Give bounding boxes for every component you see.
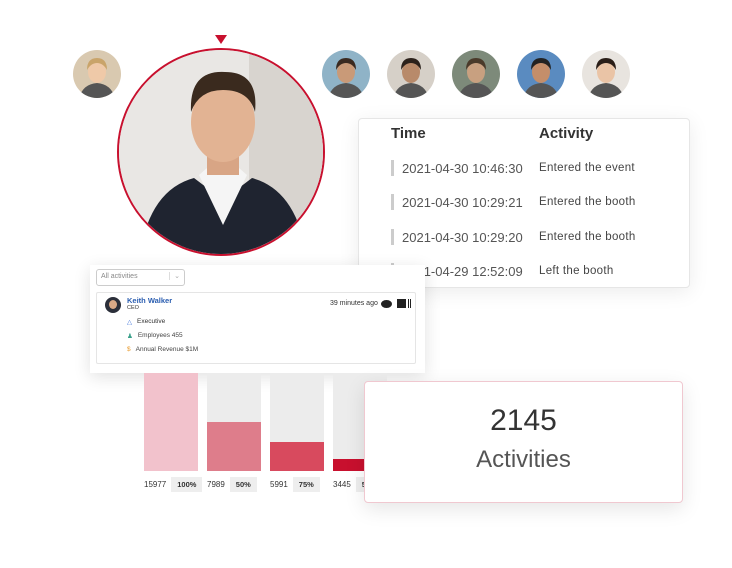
contact-card-icon[interactable] xyxy=(397,299,411,308)
attendee-avatar[interactable] xyxy=(322,50,370,98)
activity-log-card: Time Activity 2021-04-30 10:46:30 Entered… xyxy=(358,118,690,288)
funnel-label: 7989 50% xyxy=(207,477,257,492)
org-chart-icon: △ xyxy=(127,319,132,326)
contact-name[interactable]: Keith Walker xyxy=(127,296,172,305)
funnel-value: 15977 xyxy=(144,480,167,489)
contact-title: CEO xyxy=(127,305,139,311)
activities-stat-card: 2145 Activities xyxy=(364,381,683,503)
activity-row: 2021-04-30 10:46:30 Entered the event xyxy=(391,158,635,178)
funnel-bar xyxy=(270,373,324,471)
activity-row: 2021-04-30 10:29:21 Entered the booth xyxy=(391,192,636,212)
row-marker xyxy=(391,194,394,210)
attendee-avatar[interactable] xyxy=(582,50,630,98)
row-marker xyxy=(391,160,394,176)
activity-filter-select[interactable]: All activities ⌄ xyxy=(96,269,185,286)
people-icon: ♟ xyxy=(127,333,133,340)
contact-activity-card: All activities ⌄ Keith Walker CEO 39 min… xyxy=(90,265,425,373)
role-row: △ Executive xyxy=(127,318,165,326)
time-column-header: Time xyxy=(391,125,426,142)
person-photo-icon xyxy=(387,50,435,98)
funnel-value: 5991 xyxy=(270,480,288,489)
person-photo-icon xyxy=(322,50,370,98)
row-marker xyxy=(391,229,394,245)
funnel-label: 5991 75% xyxy=(270,477,320,492)
activity-time: 2021-04-30 10:29:20 xyxy=(402,229,523,245)
revenue-text: Annual Revenue $1M xyxy=(135,346,199,353)
activity-description: Entered the booth xyxy=(539,231,636,243)
person-photo-icon xyxy=(452,50,500,98)
role-text: Executive xyxy=(137,318,166,325)
funnel-bar-fill xyxy=(207,422,261,471)
funnel-percent: 50% xyxy=(229,477,257,492)
funnel-percent: 75% xyxy=(292,477,320,492)
activities-label: Activities xyxy=(476,446,571,473)
comment-icon[interactable] xyxy=(381,300,392,308)
activity-description: Left the booth xyxy=(539,265,614,277)
funnel-bar xyxy=(144,373,198,471)
filter-value: All activities xyxy=(101,273,138,280)
dollar-icon: $ xyxy=(127,346,131,353)
funnel-bar xyxy=(207,373,261,471)
person-photo-icon xyxy=(119,50,323,254)
person-photo-icon xyxy=(517,50,565,98)
attendee-avatar[interactable] xyxy=(452,50,500,98)
funnel-value: 7989 xyxy=(207,480,225,489)
contact-avatar xyxy=(105,297,121,313)
time-ago: 39 minutes ago xyxy=(330,300,378,307)
revenue-row: $ Annual Revenue $1M xyxy=(127,346,198,353)
activity-time: 2021-04-30 10:29:21 xyxy=(402,194,523,210)
selected-attendee-photo[interactable] xyxy=(117,48,325,256)
person-photo-icon xyxy=(582,50,630,98)
activity-description: Entered the event xyxy=(539,162,635,174)
activity-time: 2021-04-30 10:46:30 xyxy=(402,160,523,176)
funnel-label: 15977 100% xyxy=(144,477,203,492)
selected-marker-icon xyxy=(215,35,227,44)
funnel-value: 3445 xyxy=(333,480,351,489)
funnel-bar-fill xyxy=(144,373,198,471)
funnel-percent: 100% xyxy=(171,477,203,492)
contact-entry[interactable]: Keith Walker CEO 39 minutes ago △ Executi… xyxy=(96,292,416,364)
chevron-down-icon: ⌄ xyxy=(169,272,180,280)
activities-count: 2145 xyxy=(490,404,557,437)
employees-text: Employees 455 xyxy=(137,332,183,339)
person-photo-icon xyxy=(73,50,121,98)
attendee-avatar[interactable] xyxy=(73,50,121,98)
activity-description: Entered the booth xyxy=(539,196,636,208)
activity-row: 2021-04-30 10:29:20 Entered the booth xyxy=(391,227,636,247)
funnel-bar-fill xyxy=(270,441,324,471)
employees-row: ♟ Employees 455 xyxy=(127,332,183,340)
attendee-avatar[interactable] xyxy=(387,50,435,98)
activity-column-header: Activity xyxy=(539,125,594,142)
attendee-avatar[interactable] xyxy=(517,50,565,98)
